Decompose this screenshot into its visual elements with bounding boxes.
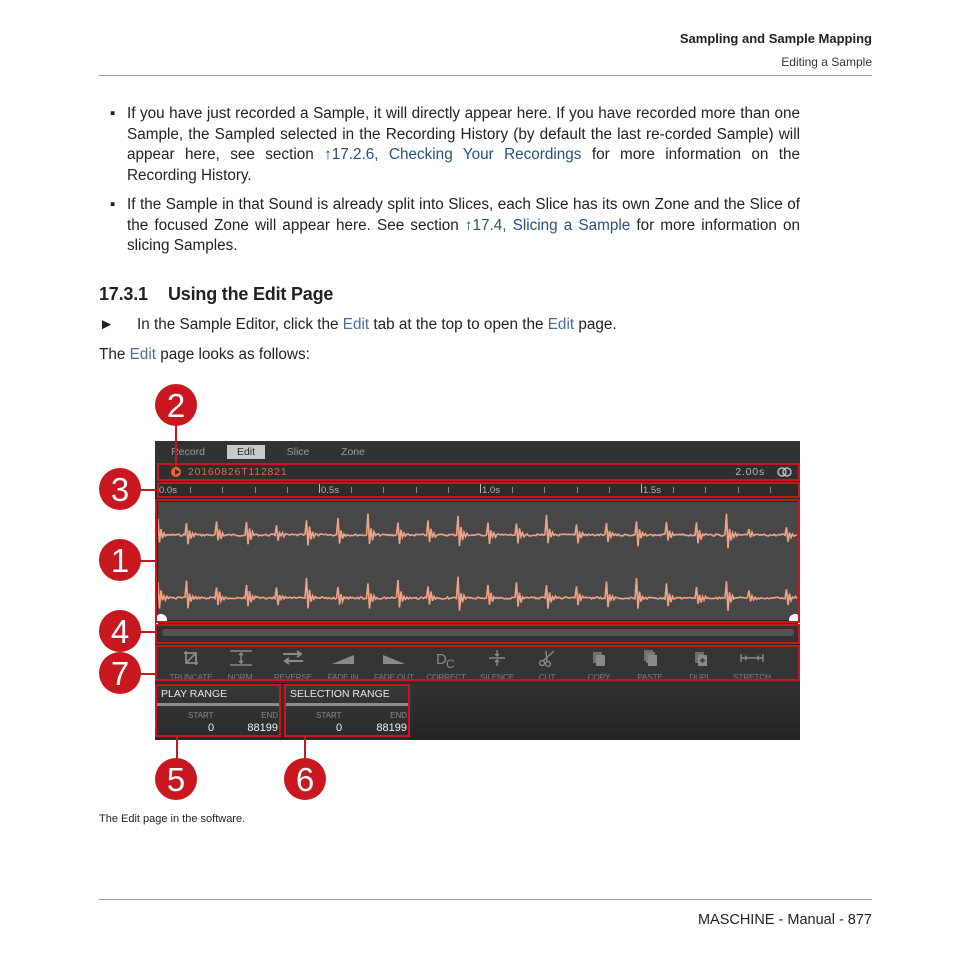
bullet-item: ▪ If you have just recorded a Sample, it… [110, 105, 800, 184]
callout-6: 6 [284, 758, 326, 800]
editor-tab-bar: Record Edit Slice Zone [155, 441, 800, 463]
highlight-ruler [157, 482, 800, 498]
chapter-title: Sampling and Sample Mapping [679, 31, 872, 46]
bullet-marker: ▪ [110, 196, 116, 213]
section-number: 17.3.1 [99, 284, 148, 304]
keyword-edit: Edit [547, 316, 575, 333]
callout-2: 2 [155, 384, 197, 426]
page-footer: MASCHINE - Manual - 877 [697, 912, 872, 928]
figure-caption: The Edit page in the software. [99, 813, 246, 825]
highlight-toolbar [155, 645, 800, 681]
highlight-zoom-bar [155, 624, 800, 644]
header-divider [99, 75, 872, 76]
highlight-waveform [155, 499, 800, 623]
instruction-step: ► In the Sample Editor, click the Edit ta… [99, 316, 617, 333]
section-heading-title: Using the Edit Page [168, 284, 334, 304]
tab-edit[interactable]: Edit [227, 445, 265, 459]
section-heading: 17.3.1 Using the Edit Page [99, 284, 333, 305]
callout-7: 7 [99, 652, 141, 694]
empty-panel-area [413, 684, 800, 740]
callout-5: 5 [155, 758, 197, 800]
highlight-selection-range [284, 684, 410, 737]
highlight-play-range [155, 684, 281, 737]
highlight-sample-name [157, 463, 800, 481]
section-title: Editing a Sample [781, 55, 872, 69]
callout-4: 4 [99, 610, 141, 652]
callout-1: 1 [99, 539, 141, 581]
tab-record[interactable]: Record [165, 445, 211, 459]
leader-line [175, 425, 177, 467]
bullet-list: ▪ If you have just recorded a Sample, it… [110, 104, 800, 266]
keyword-edit: Edit [342, 316, 370, 333]
bullet-item: ▪ If the Sample in that Sound is already… [110, 196, 801, 254]
footer-divider [99, 899, 872, 900]
intro-sentence: The Edit page looks as follows: [99, 346, 310, 363]
xref-slicing-a-sample[interactable]: ↑17.4, Slicing a Sample [465, 217, 630, 234]
bullet-marker: ▪ [110, 105, 116, 122]
tab-slice[interactable]: Slice [279, 445, 317, 459]
step-arrow-icon: ► [99, 316, 115, 333]
callout-3: 3 [99, 468, 141, 510]
xref-checking-recordings[interactable]: ↑17.2.6, Checking Your Recordings [324, 146, 581, 163]
keyword-edit: Edit [129, 346, 156, 363]
tab-zone[interactable]: Zone [333, 445, 373, 459]
